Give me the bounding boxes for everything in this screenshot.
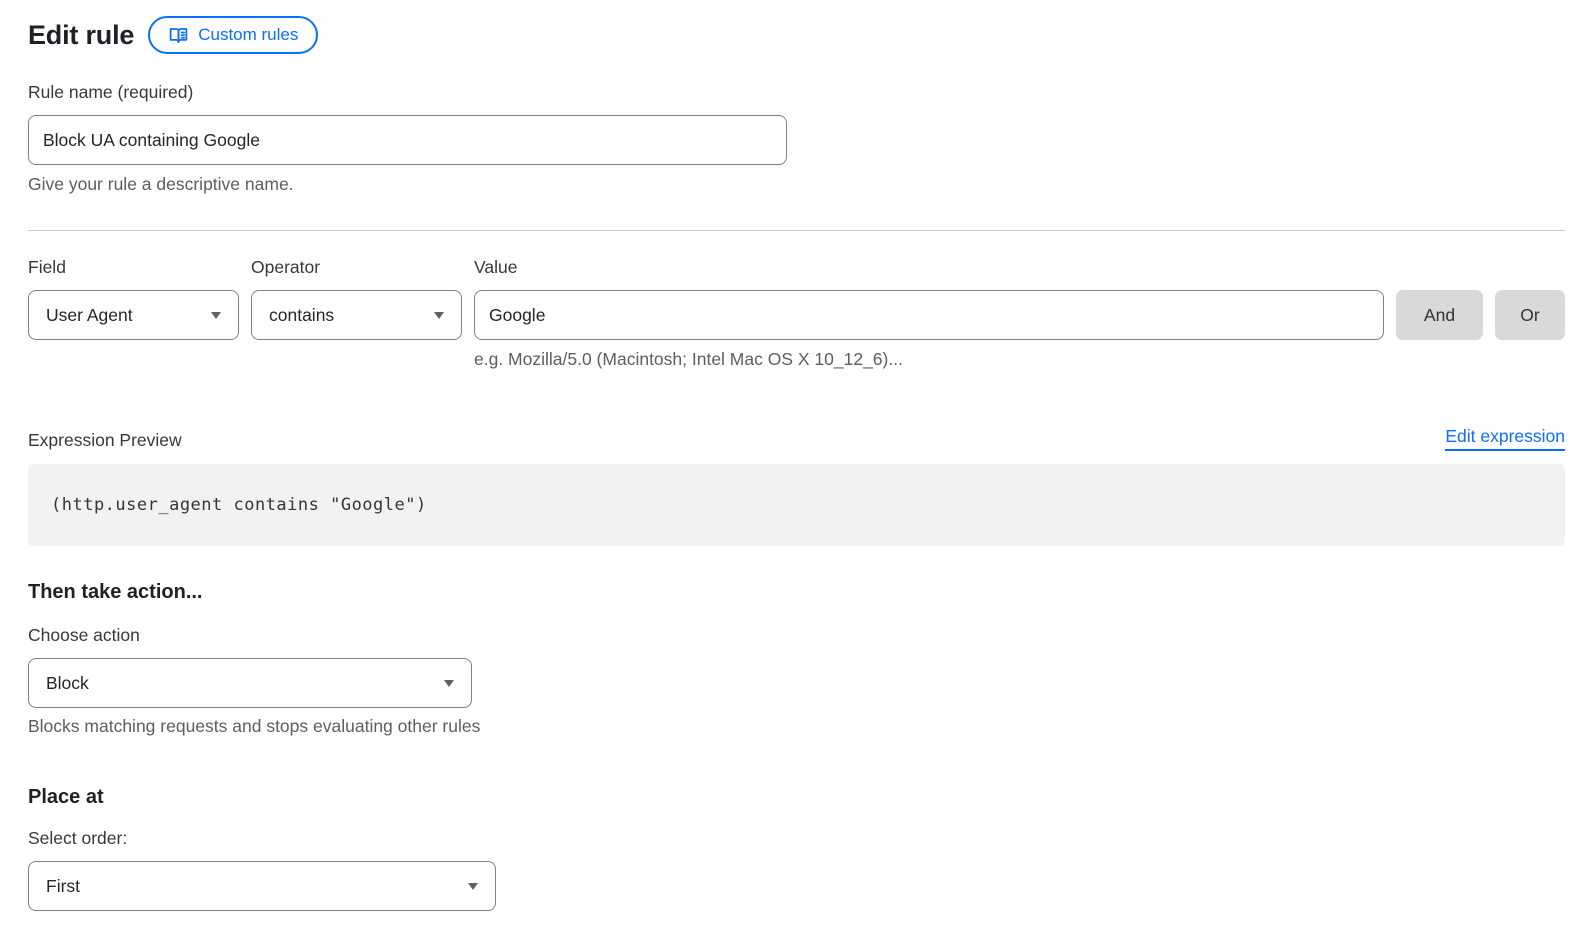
action-select[interactable]: Block bbox=[28, 658, 472, 708]
caret-down-icon bbox=[434, 312, 444, 319]
value-input[interactable] bbox=[474, 290, 1384, 340]
choose-action-label: Choose action bbox=[28, 625, 1565, 646]
rule-name-help: Give your rule a descriptive name. bbox=[28, 174, 1565, 195]
action-help: Blocks matching requests and stops evalu… bbox=[28, 716, 1565, 737]
field-select[interactable]: User Agent bbox=[28, 290, 239, 340]
caret-down-icon bbox=[468, 883, 478, 890]
operator-label: Operator bbox=[251, 257, 462, 278]
expression-header: Expression Preview Edit expression bbox=[28, 426, 1565, 451]
operator-select-value: contains bbox=[269, 305, 334, 326]
condition-row: Field User Agent Operator contains Value… bbox=[28, 257, 1565, 370]
or-button[interactable]: Or bbox=[1495, 290, 1565, 340]
rule-name-label: Rule name (required) bbox=[28, 82, 1565, 103]
select-order-label: Select order: bbox=[28, 828, 1565, 849]
rule-name-input[interactable] bbox=[28, 115, 787, 165]
and-button[interactable]: And bbox=[1396, 290, 1483, 340]
field-group: Field User Agent bbox=[28, 257, 239, 340]
value-group: Value e.g. Mozilla/5.0 (Macintosh; Intel… bbox=[474, 257, 1384, 370]
page-header: Edit rule Custom rules bbox=[28, 16, 1565, 54]
edit-rule-page: Edit rule Custom rules Rule name (requir… bbox=[0, 0, 1587, 952]
value-help: e.g. Mozilla/5.0 (Macintosh; Intel Mac O… bbox=[474, 349, 1384, 370]
action-section: Then take action... Choose action Block … bbox=[28, 579, 1565, 737]
caret-down-icon bbox=[444, 680, 454, 687]
caret-down-icon bbox=[211, 312, 221, 319]
operator-select[interactable]: contains bbox=[251, 290, 462, 340]
value-label: Value bbox=[474, 257, 1384, 278]
edit-expression-link[interactable]: Edit expression bbox=[1445, 426, 1565, 451]
custom-rules-badge-label: Custom rules bbox=[198, 25, 298, 45]
book-icon bbox=[168, 25, 189, 46]
place-at-heading: Place at bbox=[28, 784, 1565, 810]
page-title: Edit rule bbox=[28, 20, 134, 51]
custom-rules-badge[interactable]: Custom rules bbox=[148, 16, 318, 54]
expression-preview-code: (http.user_agent contains "Google") bbox=[28, 464, 1565, 546]
order-select-value: First bbox=[46, 876, 80, 897]
section-divider bbox=[28, 230, 1565, 231]
action-select-value: Block bbox=[46, 673, 89, 694]
placement-section: Place at Select order: First bbox=[28, 784, 1565, 911]
operator-group: Operator contains bbox=[251, 257, 462, 340]
field-select-value: User Agent bbox=[46, 305, 133, 326]
order-select[interactable]: First bbox=[28, 861, 496, 911]
expression-preview-label: Expression Preview bbox=[28, 430, 182, 451]
field-label: Field bbox=[28, 257, 239, 278]
rule-name-section: Rule name (required) Give your rule a de… bbox=[28, 82, 1565, 195]
action-heading: Then take action... bbox=[28, 579, 1565, 605]
